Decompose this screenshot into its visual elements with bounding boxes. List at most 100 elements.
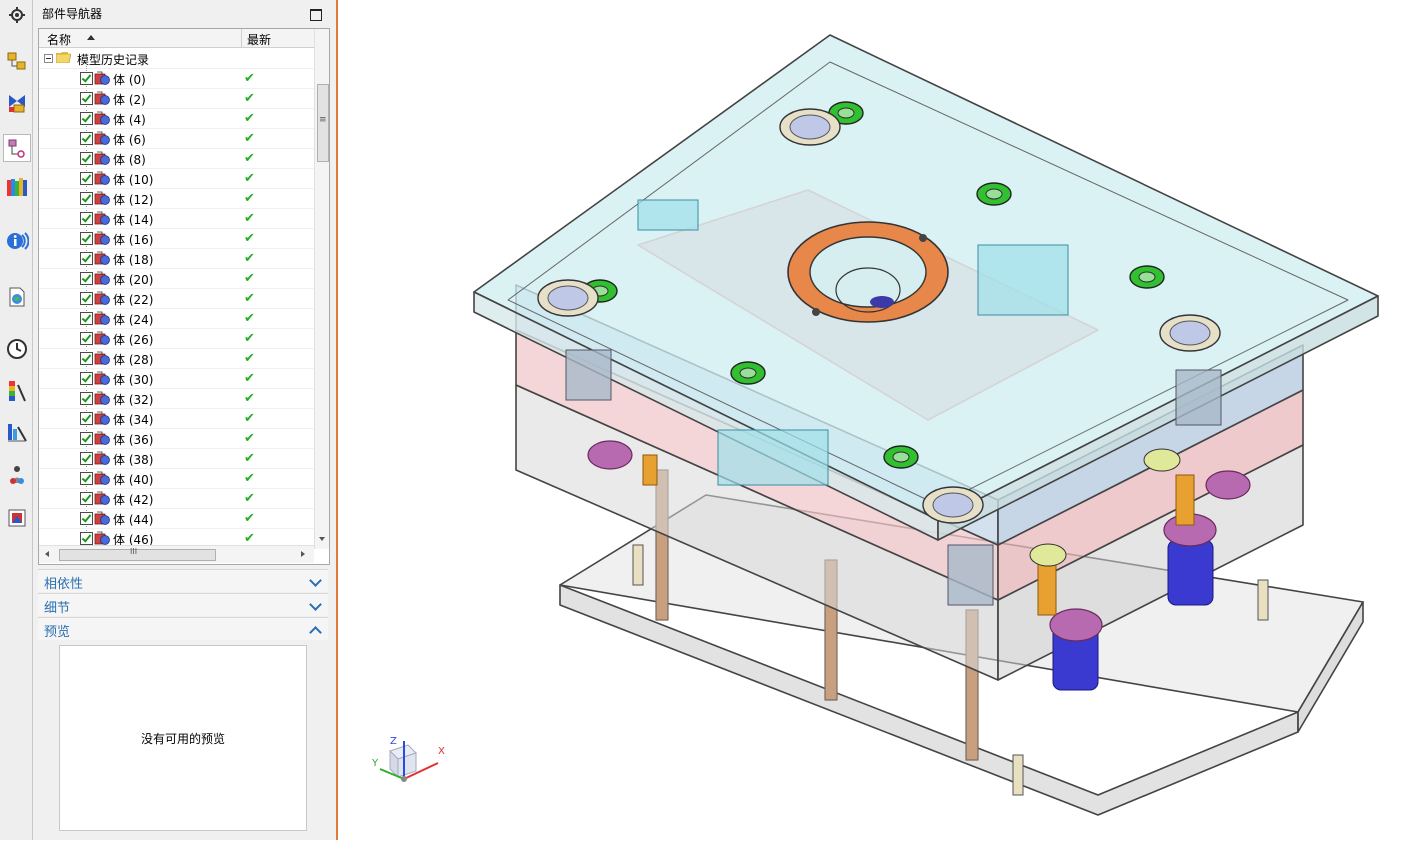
tree-row-label: 体 (42) (113, 493, 154, 507)
assembly-navigator-icon[interactable] (4, 48, 30, 74)
visibility-checkbox[interactable] (80, 92, 93, 105)
history-icon[interactable] (4, 336, 30, 362)
tree-row[interactable]: 体 (34) ✔ (39, 408, 314, 429)
chevron-down-icon[interactable] (309, 598, 322, 611)
visibility-checkbox[interactable] (80, 452, 93, 465)
visibility-checkbox[interactable] (80, 412, 93, 425)
tree-row[interactable]: 体 (18) ✔ (39, 248, 314, 269)
body-feature-icon (94, 391, 110, 405)
section-details[interactable]: 细节 (38, 593, 328, 616)
web-browser-icon[interactable] (4, 284, 30, 310)
horizontal-scroll-thumb[interactable]: III (59, 547, 216, 561)
visibility-checkbox[interactable] (80, 132, 93, 145)
collapse-icon[interactable] (44, 54, 53, 63)
visibility-checkbox[interactable] (80, 372, 93, 385)
visibility-checkbox[interactable] (80, 512, 93, 525)
navigator-tree[interactable]: 名称 最新 模型历史记录 体 (0) ✔ 体 (2) ✔ 体 (4) ✔ 体 (6) ✔ 体 (… (38, 28, 330, 565)
tree-row[interactable]: 体 (40) ✔ (39, 468, 314, 489)
tree-row[interactable]: 体 (6) ✔ (39, 128, 314, 149)
body-feature-icon (94, 371, 110, 385)
tree-row-label: 体 (30) (113, 373, 154, 387)
hscroll-grip: III (130, 547, 138, 556)
tree-row-label: 体 (20) (113, 273, 154, 287)
visualization-icon[interactable] (4, 378, 30, 404)
tree-row[interactable]: 体 (38) ✔ (39, 448, 314, 469)
visibility-checkbox[interactable] (80, 232, 93, 245)
mold-assembly-model[interactable] (338, 0, 1423, 840)
body-feature-icon (94, 131, 110, 145)
visibility-checkbox[interactable] (80, 292, 93, 305)
reuse-library-icon[interactable] (4, 174, 30, 200)
up-to-date-check-icon: ✔ (244, 211, 255, 226)
section-preview[interactable]: 预览 (38, 617, 328, 640)
tree-row[interactable]: 体 (20) ✔ (39, 268, 314, 289)
section-dependencies[interactable]: 相依性 (38, 569, 328, 592)
process-studio-icon[interactable] (4, 420, 30, 446)
scroll-left-icon[interactable] (45, 551, 49, 557)
roles-icon[interactable] (4, 462, 30, 488)
scroll-down-icon[interactable] (319, 537, 325, 541)
view-triad[interactable]: X Y Z (368, 733, 448, 788)
visibility-checkbox[interactable] (80, 432, 93, 445)
up-to-date-check-icon: ✔ (244, 191, 255, 206)
hd3d-tools-icon[interactable] (4, 228, 30, 254)
up-to-date-check-icon: ✔ (244, 451, 255, 466)
chevron-down-icon[interactable] (309, 574, 322, 587)
tree-row-label: 体 (34) (113, 413, 154, 427)
tree-row[interactable]: 体 (14) ✔ (39, 208, 314, 229)
tree-row[interactable]: 体 (30) ✔ (39, 368, 314, 389)
horizontal-scrollbar[interactable]: III (39, 545, 314, 563)
visibility-checkbox[interactable] (80, 352, 93, 365)
tree-row[interactable]: 体 (8) ✔ (39, 148, 314, 169)
tree-row[interactable]: 体 (24) ✔ (39, 308, 314, 329)
column-divider[interactable] (241, 29, 242, 47)
constraint-navigator-icon[interactable] (4, 90, 30, 116)
visibility-checkbox[interactable] (80, 252, 93, 265)
visibility-checkbox[interactable] (80, 272, 93, 285)
visibility-checkbox[interactable] (80, 392, 93, 405)
settings-icon[interactable] (4, 2, 30, 28)
graphics-viewport[interactable]: X Y Z (338, 0, 1423, 840)
tree-row-label: 体 (12) (113, 193, 154, 207)
visibility-checkbox[interactable] (80, 192, 93, 205)
up-to-date-check-icon: ✔ (244, 511, 255, 526)
tree-row[interactable]: 体 (10) ✔ (39, 168, 314, 189)
tree-row[interactable]: 体 (26) ✔ (39, 328, 314, 349)
panel-title: 部件导航器 (42, 7, 103, 21)
tree-row[interactable]: 体 (12) ✔ (39, 188, 314, 209)
body-feature-icon (94, 231, 110, 245)
visibility-checkbox[interactable] (80, 72, 93, 85)
maximize-icon[interactable] (310, 9, 322, 21)
visibility-checkbox[interactable] (80, 472, 93, 485)
visibility-checkbox[interactable] (80, 212, 93, 225)
tree-root-row[interactable]: 模型历史记录 (39, 48, 314, 69)
vertical-scroll-thumb[interactable]: ≡ (317, 84, 329, 162)
visibility-checkbox[interactable] (80, 532, 93, 545)
up-to-date-check-icon: ✔ (244, 471, 255, 486)
tree-row[interactable]: 体 (2) ✔ (39, 88, 314, 109)
tree-row[interactable]: 体 (44) ✔ (39, 508, 314, 529)
chevron-up-icon[interactable] (309, 626, 322, 639)
body-feature-icon (94, 91, 110, 105)
visibility-checkbox[interactable] (80, 172, 93, 185)
tree-row[interactable]: 体 (22) ✔ (39, 288, 314, 309)
visibility-checkbox[interactable] (80, 152, 93, 165)
tree-row[interactable]: 体 (42) ✔ (39, 488, 314, 509)
tree-row[interactable]: 体 (16) ✔ (39, 228, 314, 249)
visibility-checkbox[interactable] (80, 332, 93, 345)
tree-row[interactable]: 体 (0) ✔ (39, 68, 314, 89)
tree-row[interactable]: 体 (32) ✔ (39, 388, 314, 409)
visibility-checkbox[interactable] (80, 312, 93, 325)
part-navigator-icon[interactable] (3, 134, 31, 162)
system-materials-icon[interactable] (4, 505, 30, 531)
column-header-latest[interactable]: 最新 (247, 31, 271, 48)
column-header-name[interactable]: 名称 (47, 31, 71, 48)
vertical-scrollbar[interactable]: ≡ (314, 29, 329, 549)
sort-ascending-icon (87, 35, 95, 40)
tree-row[interactable]: 体 (36) ✔ (39, 428, 314, 449)
tree-row[interactable]: 体 (28) ✔ (39, 348, 314, 369)
visibility-checkbox[interactable] (80, 492, 93, 505)
scroll-right-icon[interactable] (301, 551, 305, 557)
visibility-checkbox[interactable] (80, 112, 93, 125)
tree-row[interactable]: 体 (4) ✔ (39, 108, 314, 129)
